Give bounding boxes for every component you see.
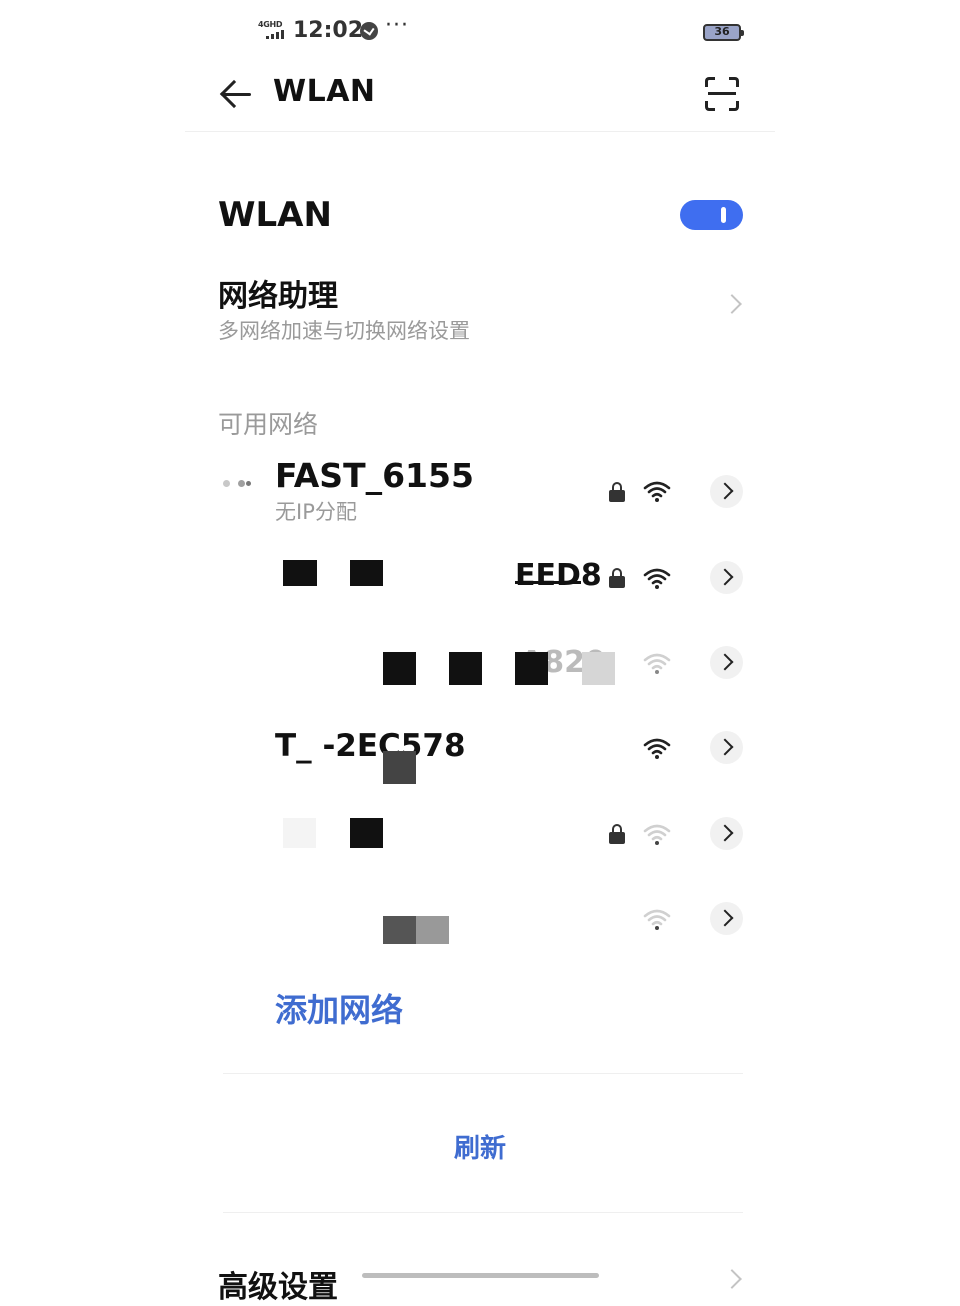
- cellular-signal-icon: 4GHD: [258, 20, 288, 42]
- chevron-right-icon: [722, 294, 742, 314]
- status-time: 12:02: [293, 18, 364, 43]
- privacy-mask: [350, 560, 383, 586]
- privacy-mask: [383, 916, 416, 944]
- battery-level: 36: [714, 25, 730, 38]
- network-item-fast-6155[interactable]: FAST_6155 无IP分配: [185, 452, 775, 532]
- top-app-bar: WLAN: [185, 62, 775, 132]
- privacy-mask: [383, 751, 416, 784]
- privacy-mask: [283, 818, 316, 848]
- network-details-button[interactable]: [710, 817, 743, 850]
- privacy-mask: [383, 652, 416, 685]
- privacy-mask: [515, 581, 581, 584]
- wifi-signal-icon: [643, 824, 671, 845]
- divider: [223, 1073, 743, 1074]
- privacy-mask: [582, 652, 615, 685]
- scan-qr-button[interactable]: [705, 77, 739, 111]
- network-details-button[interactable]: [710, 731, 743, 764]
- add-network-button[interactable]: 添加网络: [275, 985, 403, 1031]
- more-notifications-indicator: ···: [385, 13, 409, 38]
- network-details-button[interactable]: [710, 646, 743, 679]
- connecting-icon: [223, 478, 257, 488]
- wifi-signal-icon: [643, 738, 671, 759]
- network-details-button[interactable]: [710, 475, 743, 508]
- privacy-mask: [350, 818, 383, 848]
- app-notification-icon: [360, 22, 378, 40]
- lock-icon: [609, 824, 625, 844]
- network-item[interactable]: A820: [185, 623, 775, 703]
- wifi-signal-icon: [643, 568, 671, 589]
- lock-icon: [609, 568, 625, 588]
- available-networks-header: 可用网络: [218, 410, 319, 439]
- back-button[interactable]: [217, 76, 257, 112]
- network-item[interactable]: [185, 879, 775, 959]
- network-item[interactable]: EED8: [185, 538, 775, 618]
- wifi-signal-icon: [643, 909, 671, 930]
- privacy-mask: [449, 652, 482, 685]
- network-details-button[interactable]: [710, 902, 743, 935]
- network-details-button[interactable]: [710, 561, 743, 594]
- status-bar: 4GHD 12:02 ··· 36: [185, 0, 775, 62]
- network-name: T_ -2EC578: [275, 728, 466, 764]
- wlan-settings-screen: 4GHD 12:02 ··· 36 WLAN WLAN 网络助理 多网络加速与切…: [185, 0, 775, 1305]
- chevron-right-icon: [722, 1269, 742, 1289]
- network-assistant-item[interactable]: 网络助理 多网络加速与切换网络设置: [185, 265, 775, 355]
- network-item[interactable]: [185, 794, 775, 874]
- refresh-button[interactable]: 刷新: [185, 1128, 775, 1165]
- wifi-signal-icon: [643, 653, 671, 674]
- network-name: FAST_6155: [275, 456, 474, 495]
- network-item[interactable]: T_ -2EC578: [185, 708, 775, 788]
- scan-icon: [708, 92, 736, 95]
- wifi-signal-icon: [643, 481, 671, 502]
- network-assistant-title: 网络助理: [218, 279, 338, 314]
- privacy-mask: [416, 916, 449, 944]
- privacy-mask: [283, 560, 317, 586]
- network-name: EED8: [515, 558, 602, 593]
- lock-icon: [609, 482, 625, 502]
- network-status: 无IP分配: [275, 500, 357, 524]
- advanced-settings-item[interactable]: 高级设置: [218, 1262, 338, 1306]
- wlan-toggle-label: WLAN: [218, 195, 332, 235]
- battery-icon: 36: [703, 24, 744, 41]
- page-title: WLAN: [273, 74, 376, 109]
- switch-knob: [721, 207, 726, 223]
- network-assistant-subtitle: 多网络加速与切换网络设置: [218, 319, 470, 343]
- divider: [223, 1212, 743, 1213]
- scroll-indicator[interactable]: [362, 1273, 599, 1278]
- wlan-switch[interactable]: [680, 200, 743, 230]
- wlan-toggle-row[interactable]: WLAN: [185, 180, 775, 250]
- network-type-label: 4GHD: [258, 20, 283, 29]
- privacy-mask: [515, 652, 548, 685]
